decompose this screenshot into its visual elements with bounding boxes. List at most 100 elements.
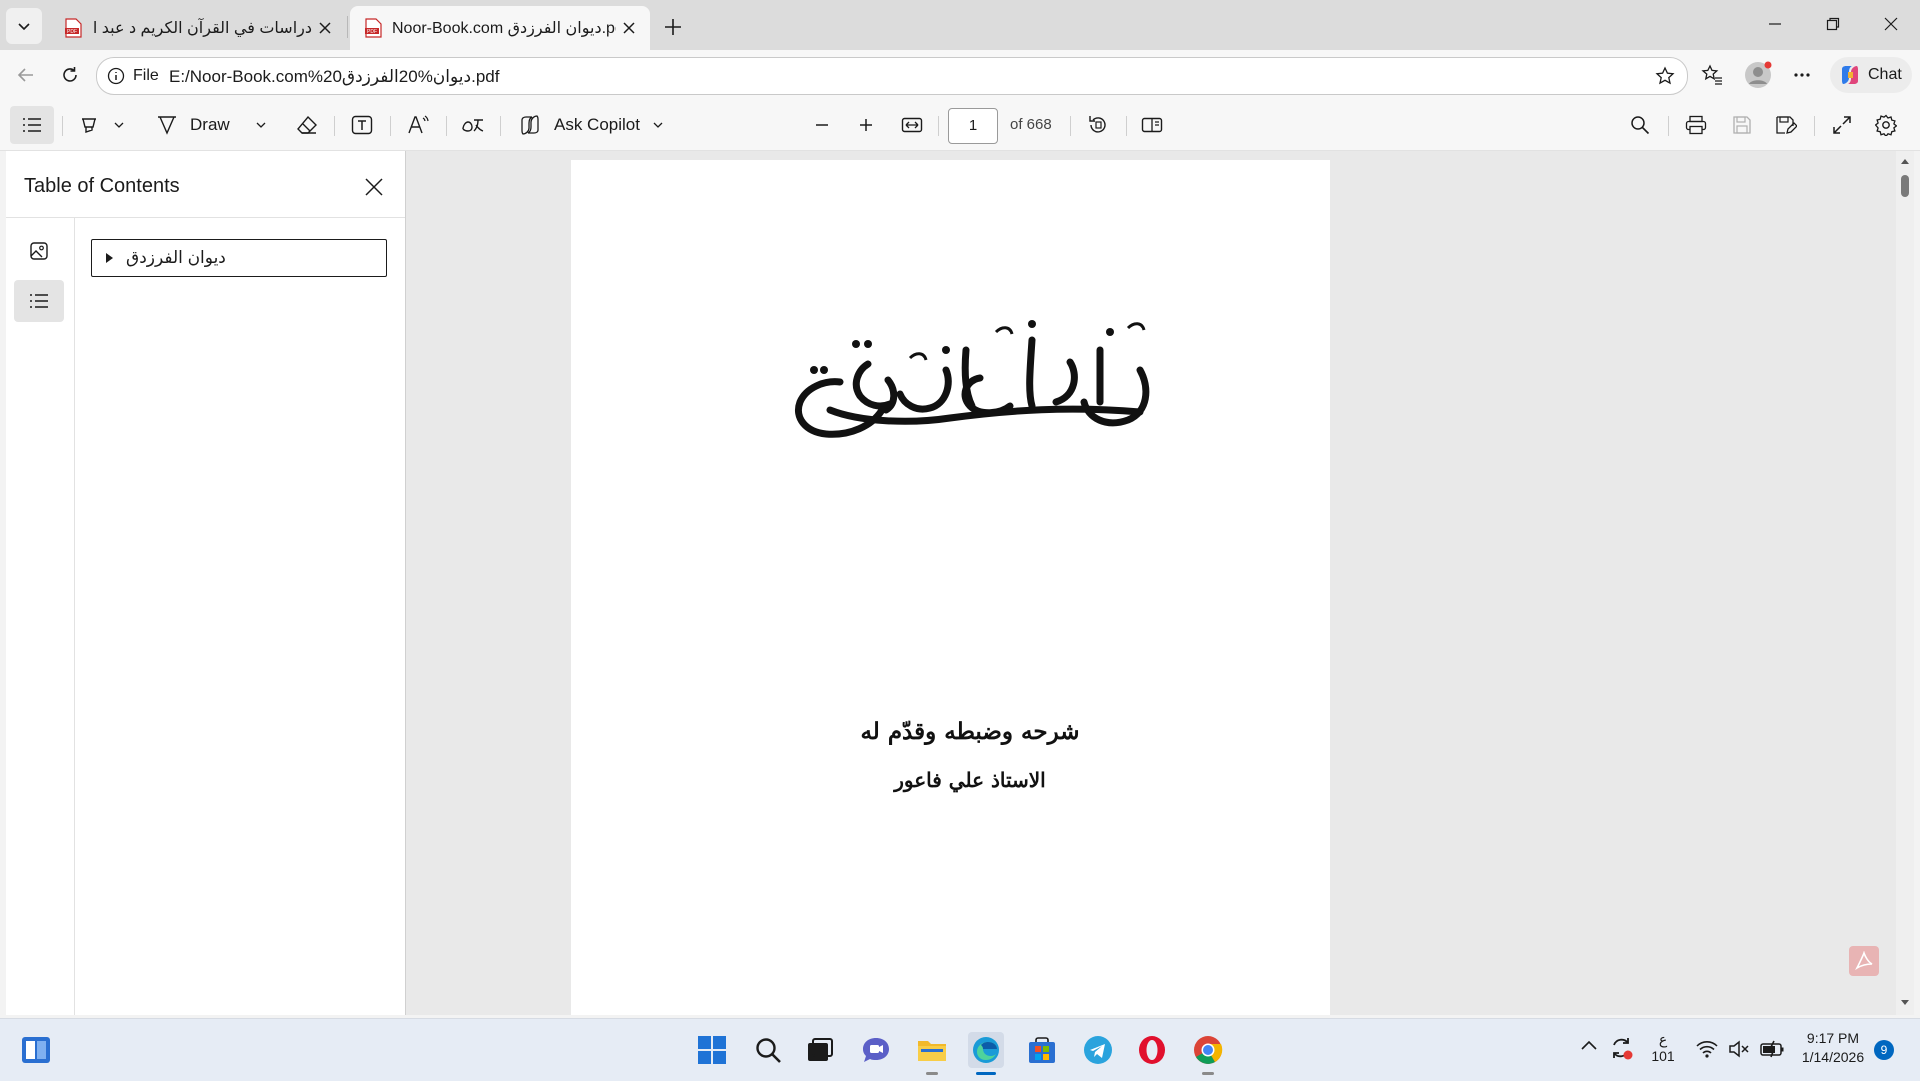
print-button[interactable]	[1676, 100, 1716, 150]
toolbar-separator	[1070, 116, 1071, 136]
highlight-options-button[interactable]	[108, 100, 130, 150]
close-tab-button[interactable]	[616, 15, 642, 41]
sync-status-button[interactable]	[1608, 1035, 1634, 1061]
favorite-star-icon[interactable]	[1655, 66, 1675, 86]
scheme-label: File	[133, 67, 159, 84]
outline-button[interactable]	[14, 280, 64, 322]
input-language[interactable]: ع 101	[1650, 1031, 1676, 1064]
toolbar-separator	[500, 116, 501, 136]
fullscreen-button[interactable]	[1822, 100, 1862, 150]
highlight-button[interactable]	[72, 100, 106, 150]
page-view-icon	[1141, 117, 1163, 133]
toc-toggle-button[interactable]	[10, 106, 54, 144]
clock-date: 1/14/2026	[1801, 1049, 1865, 1065]
tab-divider	[347, 16, 348, 38]
close-icon	[1884, 17, 1898, 31]
read-aloud-icon	[408, 115, 429, 134]
chat-label: Chat	[1868, 66, 1902, 83]
info-icon[interactable]	[107, 67, 125, 85]
caret-right-icon[interactable]	[104, 252, 114, 264]
pdf-page	[571, 160, 1330, 1015]
list-icon	[30, 294, 48, 308]
save-as-button[interactable]	[1766, 100, 1806, 150]
gear-icon	[1875, 114, 1897, 136]
save-button[interactable]	[1722, 100, 1762, 150]
notification-badge[interactable]: 9	[1874, 1040, 1894, 1060]
page-number-input[interactable]: 1	[948, 108, 998, 144]
quick-settings-button[interactable]	[1696, 1035, 1786, 1063]
ask-copilot-button[interactable]: Ask Copilot	[518, 100, 668, 150]
favorites-button[interactable]	[1694, 57, 1730, 93]
close-tab-button[interactable]	[312, 15, 338, 41]
file-explorer-button[interactable]	[914, 1032, 950, 1068]
tab-actions-menu-button[interactable]	[6, 8, 42, 44]
tab-title: Noor-Book.com ديوان الفرزدق.pdf	[392, 20, 616, 37]
pdf-settings-button[interactable]	[1866, 100, 1906, 150]
task-view-button[interactable]	[802, 1032, 838, 1068]
edge-button[interactable]	[968, 1032, 1004, 1068]
language-indicator: ع	[1658, 1031, 1668, 1047]
zoom-in-button[interactable]	[848, 100, 884, 150]
start-button[interactable]	[694, 1032, 730, 1068]
clock[interactable]: 9:17 PM 1/14/2026	[1790, 1030, 1876, 1065]
add-text-button[interactable]	[344, 100, 380, 150]
toolbar-separator	[938, 116, 939, 136]
telegram-button[interactable]	[1080, 1032, 1116, 1068]
zoom-out-button[interactable]	[804, 100, 840, 150]
draw-button[interactable]: Draw	[156, 100, 246, 150]
close-window-button[interactable]	[1862, 0, 1920, 48]
text-box-icon	[351, 115, 373, 135]
close-icon	[623, 22, 635, 34]
minus-icon	[816, 124, 828, 126]
toolbar-separator	[1814, 116, 1815, 136]
fit-to-width-button[interactable]	[894, 100, 930, 150]
task-view-icon	[808, 1038, 833, 1061]
toolbar-separator	[390, 116, 391, 136]
tab-inactive[interactable]: PDF دراسات في القرآن الكريم د عبد اللطيف	[50, 6, 346, 50]
show-hidden-icons-button[interactable]	[1580, 1039, 1600, 1059]
vertical-scrollbar[interactable]	[1896, 151, 1914, 1015]
page-view-button[interactable]	[1134, 100, 1170, 150]
chrome-button[interactable]	[1190, 1032, 1226, 1068]
profile-button[interactable]	[1740, 57, 1776, 93]
settings-more-button[interactable]	[1784, 57, 1820, 93]
chevron-up-icon	[1581, 1040, 1597, 1050]
tab-active[interactable]: PDF Noor-Book.com ديوان الفرزدق.pdf	[350, 6, 650, 50]
wifi-icon	[1696, 1041, 1718, 1058]
acrobat-button[interactable]	[1849, 946, 1879, 976]
thumbnails-button[interactable]	[14, 230, 64, 272]
acrobat-icon	[1855, 951, 1873, 971]
chevron-down-icon	[653, 122, 663, 128]
read-aloud-button[interactable]	[400, 100, 436, 150]
translate-button[interactable]	[456, 100, 490, 150]
store-button[interactable]	[1024, 1032, 1060, 1068]
close-toc-button[interactable]	[358, 171, 390, 203]
new-tab-button[interactable]	[656, 10, 690, 44]
search-button[interactable]	[1620, 100, 1660, 150]
taskbar-search-button[interactable]	[750, 1032, 786, 1068]
draw-options-button[interactable]	[250, 100, 272, 150]
refresh-button[interactable]	[52, 57, 88, 93]
erase-button[interactable]	[290, 100, 324, 150]
opera-button[interactable]	[1134, 1032, 1170, 1068]
back-button[interactable]	[8, 57, 44, 93]
url-text[interactable]: E:/Noor-Book.com%20ديوان%20الفرزدق.pdf	[169, 67, 499, 87]
folder-icon	[918, 1041, 946, 1061]
credit-line: شرحه وضبطه وقدّم له	[860, 718, 1080, 745]
toc-item[interactable]: ديوان الفرزدق	[91, 239, 387, 277]
teams-button[interactable]	[858, 1032, 894, 1068]
address-bar[interactable]: File E:/Noor-Book.com%20ديوان%20الفرزدق.…	[96, 57, 1688, 95]
rotate-button[interactable]	[1080, 100, 1116, 150]
copilot-chat-button[interactable]: Chat	[1830, 57, 1912, 93]
minimize-button[interactable]	[1746, 0, 1804, 48]
scrollbar-thumb[interactable]	[1901, 175, 1909, 197]
toc-rail	[6, 218, 75, 1015]
scroll-up-icon[interactable]	[1900, 157, 1910, 165]
widgets-button[interactable]	[18, 1032, 54, 1068]
running-indicator	[1202, 1072, 1214, 1075]
list-icon	[23, 118, 41, 132]
eraser-icon	[297, 115, 317, 134]
toolbar-separator	[62, 116, 63, 136]
scroll-down-icon[interactable]	[1900, 999, 1910, 1007]
restore-button[interactable]	[1804, 0, 1862, 48]
